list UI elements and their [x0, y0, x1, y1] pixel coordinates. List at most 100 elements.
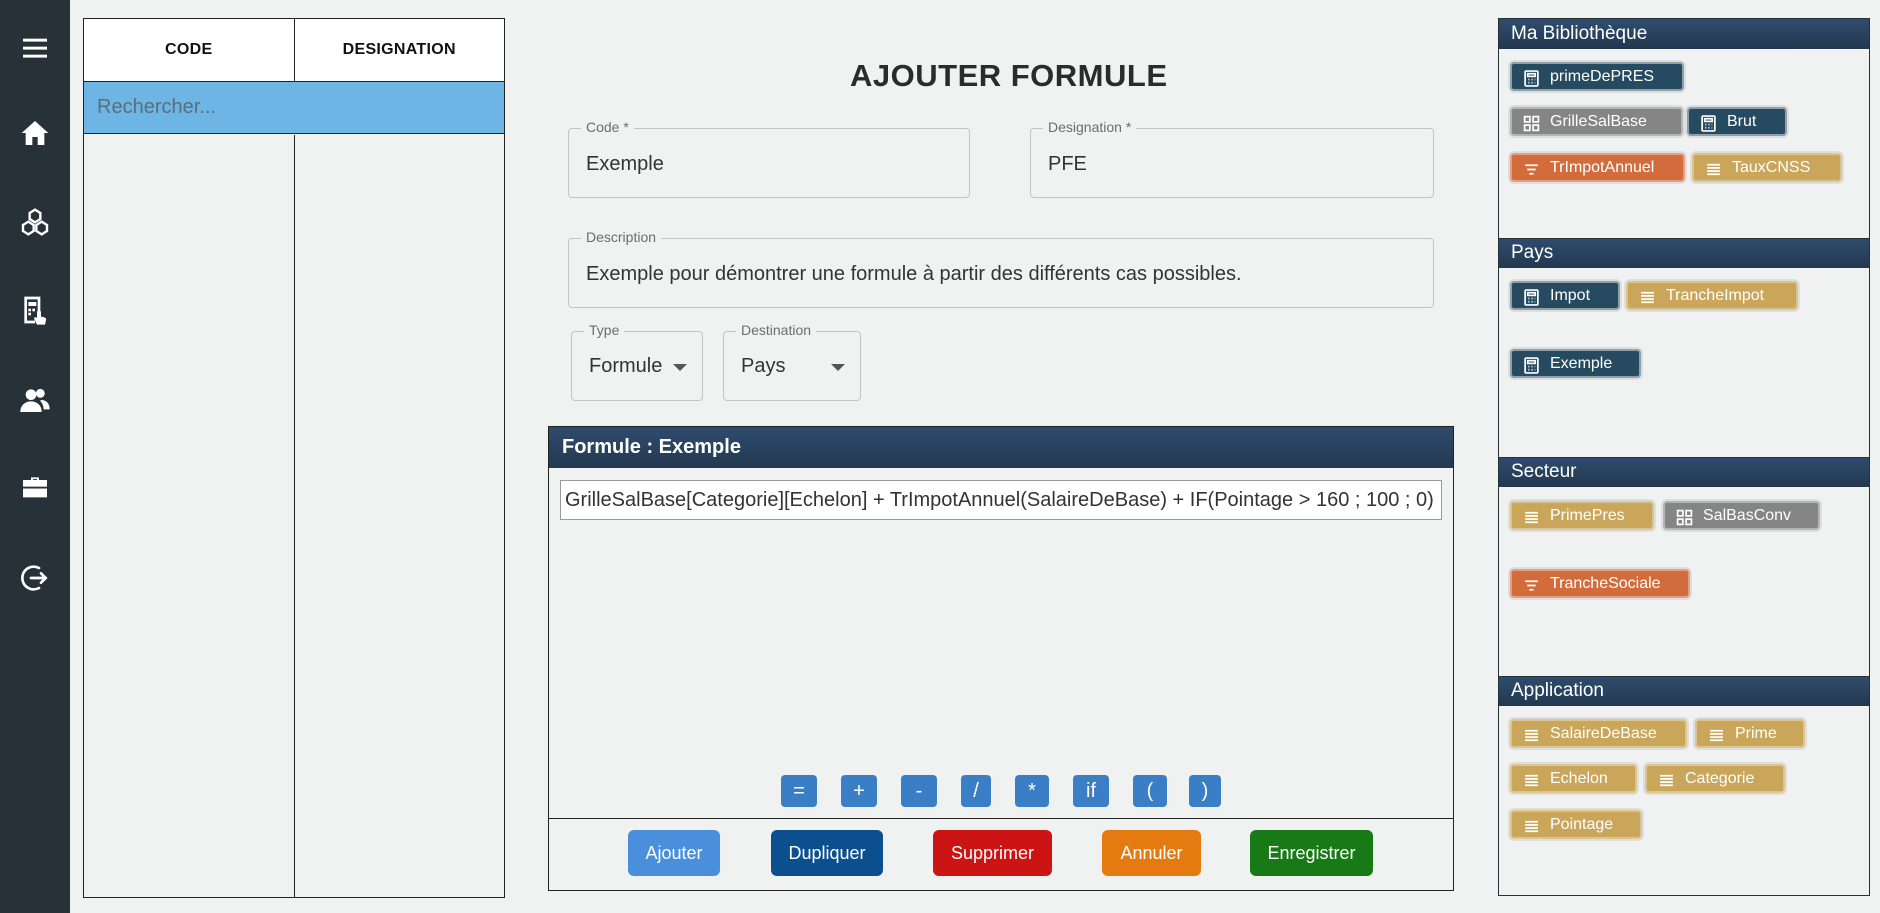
- library-chip[interactable]: SalBasConv: [1663, 501, 1820, 530]
- calculator-icon: [1701, 115, 1716, 132]
- library-section-title: Secteur: [1499, 457, 1869, 487]
- library-chip[interactable]: TrImpotAnnuel: [1510, 153, 1685, 182]
- operator-if-button[interactable]: if: [1073, 775, 1109, 807]
- chip-label: Prime: [1735, 724, 1777, 742]
- library-chip[interactable]: TauxCNSS: [1692, 153, 1842, 182]
- code-field-label: Code *: [581, 119, 634, 135]
- chip-label: TauxCNSS: [1732, 158, 1811, 176]
- search-input[interactable]: [84, 82, 504, 133]
- library-chip[interactable]: Prime: [1695, 719, 1805, 748]
- library-section-title: Application: [1499, 676, 1869, 706]
- formulas-button[interactable]: [0, 282, 70, 338]
- dupliquer-button[interactable]: Dupliquer: [771, 830, 883, 876]
- enregistrer-button[interactable]: Enregistrer: [1250, 830, 1373, 876]
- list-icon: [1660, 774, 1673, 787]
- formula-expression-input[interactable]: GrilleSalBase[Categorie][Echelon] + TrIm…: [560, 480, 1442, 520]
- formula-editor-header: Formule : Exemple: [549, 427, 1453, 468]
- chip-label: TrImpotAnnuel: [1550, 158, 1655, 176]
- library-chip[interactable]: Exemple: [1510, 349, 1641, 378]
- operator-plus-button[interactable]: +: [841, 775, 877, 807]
- library-section-ma-bibliotheque: Ma Bibliothèque: [1499, 19, 1869, 49]
- code-field-value[interactable]: Exemple: [586, 153, 664, 176]
- library-chip[interactable]: GrilleSalBase: [1510, 107, 1683, 136]
- operator-open-paren-button[interactable]: (: [1133, 775, 1167, 807]
- library-section-title: Pays: [1499, 238, 1869, 268]
- chip-label: TrancheSociale: [1550, 574, 1661, 592]
- chip-label: Echelon: [1550, 769, 1608, 787]
- menu-button[interactable]: [0, 20, 70, 76]
- designation-field-label: Designation *: [1043, 119, 1137, 135]
- page-title: AJOUTER FORMULE: [850, 58, 1168, 93]
- description-field[interactable]: Description Exemple pour démontrer une f…: [568, 229, 1434, 308]
- list-icon: [1525, 774, 1538, 787]
- library-chip[interactable]: Brut: [1687, 107, 1787, 136]
- destination-select[interactable]: Destination Pays: [723, 322, 861, 401]
- library-chip[interactable]: primeDePRES: [1510, 62, 1684, 91]
- library-chip[interactable]: TrancheSociale: [1510, 569, 1690, 598]
- grid-icon: [1676, 509, 1693, 526]
- designation-field-value[interactable]: PFE: [1048, 153, 1087, 176]
- operator-equals-button[interactable]: =: [781, 775, 817, 807]
- type-select[interactable]: Type Formule: [571, 322, 703, 401]
- description-field-label: Description: [581, 229, 662, 245]
- chip-label: Categorie: [1685, 769, 1755, 787]
- code-field[interactable]: Code * Exemple: [568, 119, 970, 198]
- column-divider: [294, 135, 295, 897]
- supprimer-button[interactable]: Supprimer: [933, 830, 1052, 876]
- library-chip[interactable]: SalaireDeBase: [1510, 719, 1687, 748]
- users-icon: [20, 388, 50, 412]
- chevron-down-icon: [831, 364, 845, 371]
- destination-select-value: Pays: [741, 355, 786, 377]
- chip-label: PrimePres: [1550, 506, 1625, 524]
- library-section-pays: Pays: [1499, 238, 1869, 268]
- library-chip[interactable]: Impot: [1510, 281, 1620, 310]
- chip-label: TrancheImpot: [1666, 286, 1765, 304]
- chip-label: Impot: [1550, 286, 1591, 304]
- library-chip[interactable]: Categorie: [1645, 764, 1785, 793]
- formula-list-table: CODE DESIGNATION: [83, 18, 505, 898]
- formula-actions: Ajouter Dupliquer Supprimer Annuler Enre…: [549, 818, 1453, 890]
- table-body: [84, 135, 504, 897]
- type-select-value: Formule: [589, 355, 663, 377]
- users-button[interactable]: [0, 372, 70, 428]
- list-icon: [1641, 291, 1654, 304]
- annuler-button[interactable]: Annuler: [1102, 830, 1201, 876]
- chip-label: Brut: [1727, 112, 1757, 130]
- home-button[interactable]: [0, 105, 70, 161]
- library-chip[interactable]: TrancheImpot: [1626, 281, 1798, 310]
- ajouter-button[interactable]: Ajouter: [628, 830, 720, 876]
- library-chip[interactable]: PrimePres: [1510, 501, 1654, 530]
- operator-multiply-button[interactable]: *: [1015, 775, 1049, 807]
- tranche-icon: [1525, 164, 1538, 175]
- chip-label: primeDePRES: [1550, 67, 1655, 85]
- table-search-row: [84, 82, 504, 134]
- destination-select-label: Destination: [736, 322, 817, 338]
- column-header-designation[interactable]: DESIGNATION: [295, 19, 505, 81]
- section-divider: [1499, 676, 1869, 677]
- description-field-value[interactable]: Exemple pour démontrer une formule à par…: [586, 263, 1242, 286]
- chip-label: Pointage: [1550, 815, 1614, 833]
- briefcase-icon: [23, 477, 47, 498]
- designation-field[interactable]: Designation * PFE: [1030, 119, 1434, 198]
- library-section-secteur: Secteur: [1499, 457, 1869, 487]
- library-chip[interactable]: Echelon: [1510, 764, 1637, 793]
- business-button[interactable]: [0, 460, 70, 516]
- calculator-icon: [1524, 357, 1539, 374]
- library-panel: Ma Bibliothèque primeDePRES GrilleSalBas…: [1498, 18, 1870, 896]
- operator-close-paren-button[interactable]: ): [1189, 775, 1221, 807]
- operator-minus-button[interactable]: -: [901, 775, 937, 807]
- column-header-code[interactable]: CODE: [84, 19, 295, 81]
- chevron-down-icon: [673, 364, 687, 371]
- operator-divide-button[interactable]: /: [961, 775, 991, 807]
- library-chip[interactable]: Pointage: [1510, 810, 1642, 839]
- tranche-icon: [1525, 580, 1538, 591]
- logout-button[interactable]: [0, 550, 70, 606]
- calculator-icon: [24, 296, 47, 325]
- modules-button[interactable]: [0, 195, 70, 251]
- operator-toolbar: = + - / * if ( ): [549, 775, 1453, 809]
- library-section-title: Ma Bibliothèque: [1499, 19, 1869, 49]
- calculator-icon: [1524, 70, 1539, 87]
- grid-icon: [1523, 115, 1540, 132]
- type-select-label: Type: [584, 322, 625, 338]
- chip-label: Exemple: [1550, 354, 1613, 372]
